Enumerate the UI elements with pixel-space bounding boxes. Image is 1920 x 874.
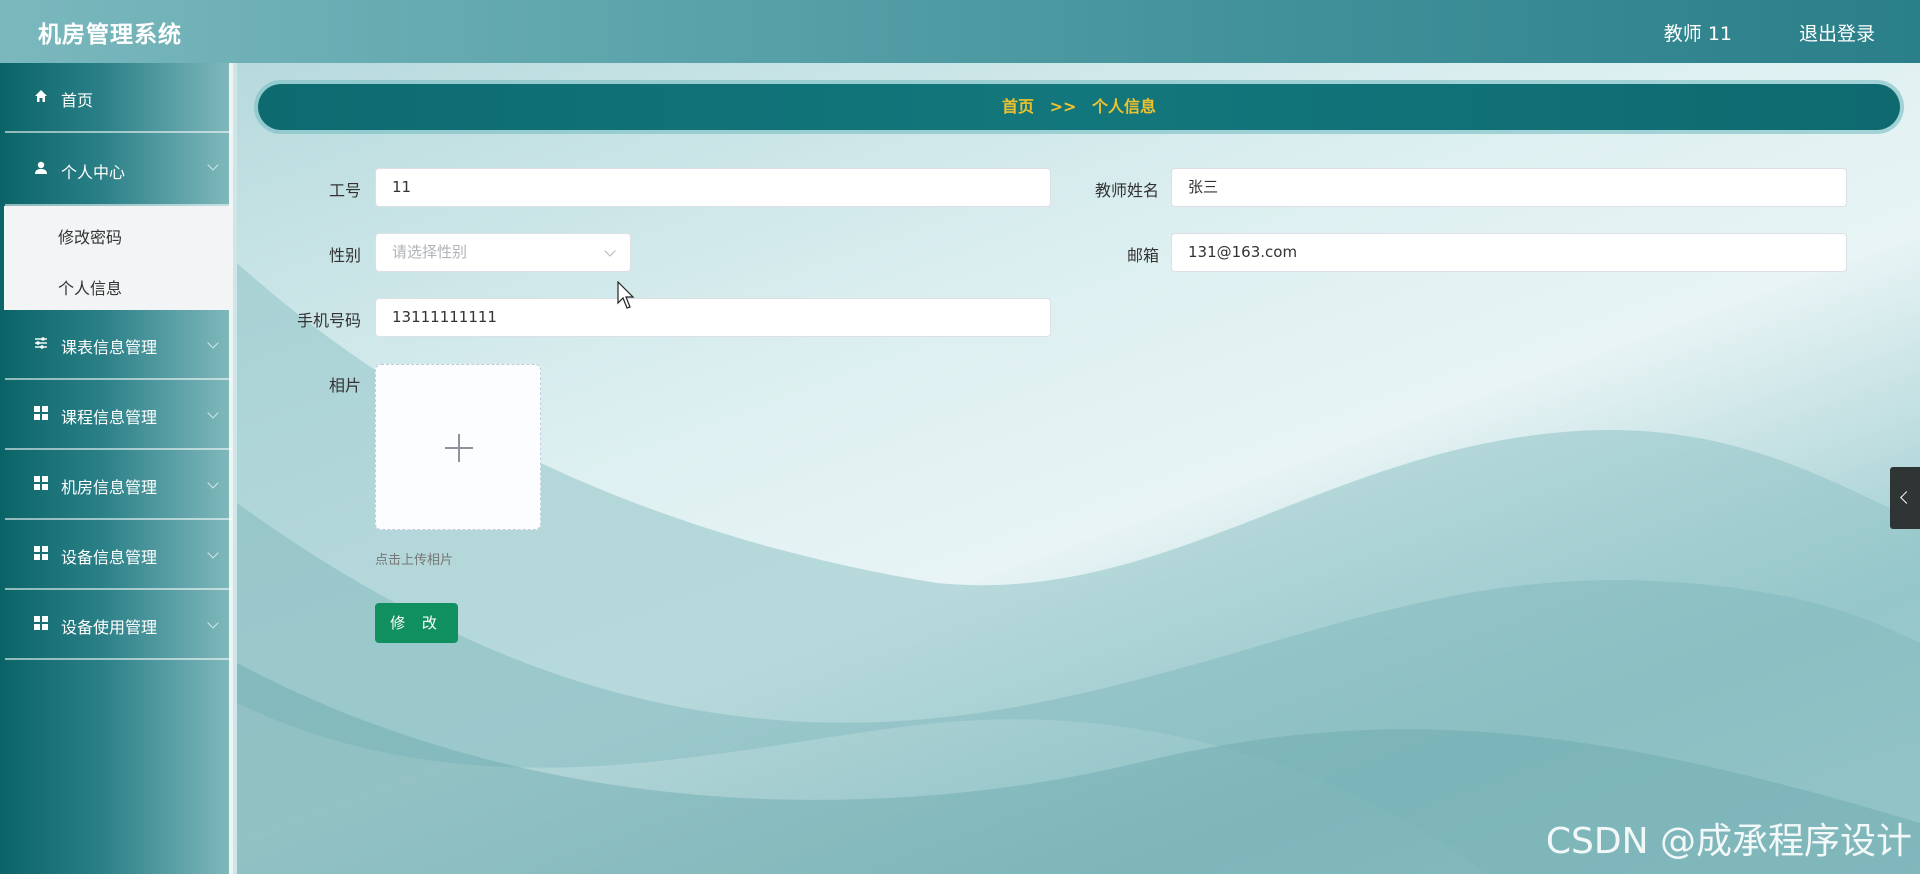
grid-icon <box>34 546 48 560</box>
job-no-field[interactable]: 11 <box>375 168 1051 207</box>
sidebar-item-label: 课程信息管理 <box>61 408 158 427</box>
chevron-left-icon <box>1900 491 1913 504</box>
chevron-down-icon <box>207 547 219 559</box>
main-content: 首页 >> 个人信息 工号 11 教师姓名 张三 性别 请选择性别 邮箱 131… <box>237 63 1920 874</box>
sidebar-item-label: 设备信息管理 <box>61 548 158 567</box>
submenu-item-personal-info[interactable]: 个人信息 <box>58 275 122 299</box>
phone-field[interactable]: 13111111111 <box>375 298 1051 337</box>
sidebar-item-lab-management[interactable]: 机房信息管理 <box>5 450 232 520</box>
gender-select-placeholder: 请选择性别 <box>392 243 468 261</box>
chevron-down-icon <box>207 617 219 629</box>
chevron-down-icon <box>604 245 616 257</box>
sidebar-item-device-usage-management[interactable]: 设备使用管理 <box>5 590 232 660</box>
sidebar-item-course-management[interactable]: 课程信息管理 <box>5 380 232 450</box>
sidebar-item-label: 课表信息管理 <box>61 338 158 357</box>
gender-label: 性别 <box>328 246 361 265</box>
chevron-down-icon <box>207 159 219 171</box>
sidebar-item-label: 首页 <box>61 91 94 110</box>
mouse-cursor-icon <box>617 281 635 309</box>
user-icon <box>35 161 47 174</box>
plus-icon <box>445 434 473 462</box>
breadcrumb: 首页 >> 个人信息 <box>258 84 1900 130</box>
current-user-label: 教师 11 <box>1663 23 1732 45</box>
submenu-personal-center: 修改密码 个人信息 <box>4 206 233 310</box>
teacher-name-label: 教师姓名 <box>1094 181 1159 200</box>
modify-button[interactable]: 修 改 <box>375 603 458 643</box>
breadcrumb-current: 个人信息 <box>1091 97 1156 116</box>
grid-icon <box>34 616 48 630</box>
sidebar-item-label: 设备使用管理 <box>61 618 158 637</box>
email-label: 邮箱 <box>1126 246 1159 265</box>
breadcrumb-home[interactable]: 首页 <box>1002 97 1034 116</box>
sidebar-item-home[interactable]: 首页 <box>5 63 232 133</box>
gender-select[interactable]: 请选择性别 <box>375 233 631 272</box>
email-field[interactable]: 131@163.com <box>1171 233 1847 272</box>
phone-label: 手机号码 <box>296 311 361 330</box>
logout-link[interactable]: 退出登录 <box>1799 19 1875 46</box>
chevron-down-icon <box>207 407 219 419</box>
sidebar-item-label: 个人中心 <box>61 163 126 182</box>
top-header: 机房管理系统 教师 11 退出登录 <box>0 0 1920 63</box>
sidebar-item-label: 机房信息管理 <box>61 478 158 497</box>
watermark: CSDN @成承程序设计 <box>1545 821 1912 862</box>
sidebar-item-schedule-management[interactable]: 课表信息管理 <box>5 310 232 380</box>
submenu-item-change-password[interactable]: 修改密码 <box>58 224 122 248</box>
grid-icon <box>34 406 48 420</box>
sidebar: 首页 个人中心 修改密码 个人信息 课表信息管理 课程信息管理 机房信息管理 设… <box>0 63 233 874</box>
chevron-down-icon <box>207 337 219 349</box>
chevron-down-icon <box>207 477 219 489</box>
breadcrumb-separator: >> <box>1049 97 1077 116</box>
job-no-label: 工号 <box>328 181 361 200</box>
sliders-icon <box>35 337 47 349</box>
grid-icon <box>34 476 48 490</box>
sidebar-item-device-management[interactable]: 设备信息管理 <box>5 520 232 590</box>
photo-upload-hint: 点击上传相片 <box>375 553 454 568</box>
teacher-name-field[interactable]: 张三 <box>1171 168 1847 207</box>
app-title: 机房管理系统 <box>38 21 182 48</box>
home-icon <box>35 90 47 102</box>
sidebar-item-personal-center[interactable]: 个人中心 <box>5 133 232 206</box>
photo-label: 相片 <box>328 376 361 395</box>
photo-upload-box[interactable] <box>375 364 541 530</box>
side-panel-toggle[interactable] <box>1890 467 1920 529</box>
